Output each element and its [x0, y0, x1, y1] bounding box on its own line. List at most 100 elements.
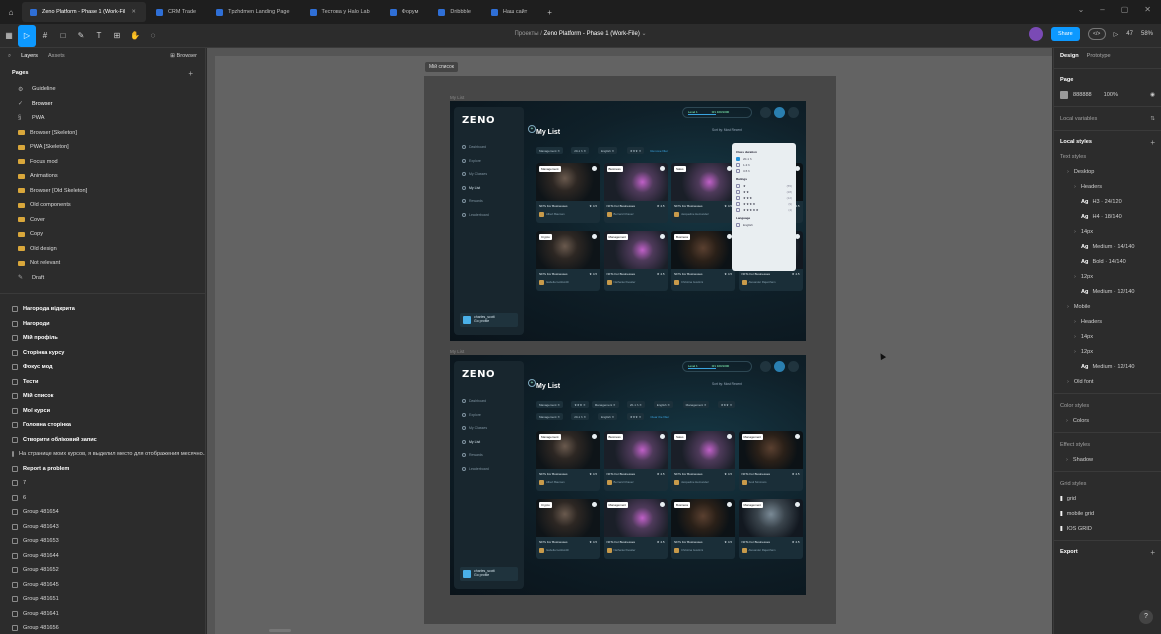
app-screen-1[interactable]: ZENO Dashboard Explore My Classes My List Rew…	[450, 101, 806, 341]
course-card[interactable]: Business NFTs For Businesses ★ 4.5 Bernard …	[603, 431, 668, 491]
style-group-shadow[interactable]: › Shadow	[1054, 452, 1161, 467]
layer-row[interactable]: Report a problem	[0, 462, 205, 477]
search-icon[interactable]	[760, 361, 771, 372]
grid-style-row[interactable]: ||| mobile grid	[1054, 506, 1161, 521]
add-export-icon[interactable]: +	[1150, 548, 1155, 557]
frame-tool-icon[interactable]: #	[36, 25, 54, 47]
style-group[interactable]: › 12px	[1054, 269, 1161, 284]
style-group[interactable]: › Headers	[1054, 314, 1161, 329]
shape-tool-icon[interactable]: □	[54, 25, 72, 47]
add-page-icon[interactable]: +	[188, 69, 193, 78]
course-card[interactable]: Crypto NFTs For Businesses ★ 4.5 Isabella G…	[536, 499, 600, 559]
chevron-down-icon[interactable]: ⌄	[641, 31, 646, 37]
layer-row[interactable]: Group 481644	[0, 549, 205, 564]
heart-icon[interactable]	[592, 166, 597, 171]
canvas[interactable]: Мій список My List My List ZENO Dashboard…	[207, 48, 1052, 634]
page-switcher[interactable]: ⊞ Browser	[170, 53, 197, 59]
text-style-row[interactable]: Ag Medium · 12/140	[1054, 284, 1161, 299]
style-group[interactable]: › 14px	[1054, 224, 1161, 239]
page-item[interactable]: Focus mod	[0, 155, 205, 170]
filter-chip[interactable]: Management ✕	[536, 147, 563, 154]
layer-row[interactable]: 7	[0, 476, 205, 491]
add-style-icon[interactable]: +	[1150, 138, 1155, 147]
maximize-icon[interactable]: ▢	[1121, 5, 1129, 14]
app-nav-item[interactable]: Dashboard	[462, 145, 486, 150]
course-card[interactable]: Management NFTs For Businesses ★ 4.5 Nathan…	[603, 231, 668, 291]
app-user-card[interactable]: charles_scott Go profile	[460, 313, 518, 327]
tab-assets[interactable]: Assets	[48, 53, 65, 59]
artboard-my-list[interactable]: My List My List ZENO Dashboard Explore My C…	[424, 76, 836, 624]
app-nav-item[interactable]: My List	[462, 186, 480, 190]
filter-chip[interactable]: English ✕	[653, 401, 673, 408]
style-group[interactable]: › Mobile	[1054, 299, 1161, 314]
comment-tool-icon[interactable]: ◌	[144, 25, 162, 47]
scrollbar[interactable]	[269, 629, 291, 632]
clear-filter-link[interactable]: Clear the filter	[647, 413, 672, 420]
filter-chip[interactable]: ★★★ ✕	[626, 413, 645, 420]
style-group[interactable]: › 14px	[1054, 329, 1161, 344]
page-item[interactable]: ✓ Browser	[0, 97, 205, 112]
layer-row[interactable]: Нагороди	[0, 317, 205, 332]
checkbox[interactable]	[736, 163, 740, 167]
text-tool-icon[interactable]: T	[90, 25, 108, 47]
browser-tab[interactable]: Форум	[382, 2, 429, 22]
filter-chip[interactable]: 20-1 h ✕	[626, 401, 645, 408]
browser-tab[interactable]: Zeno Platform - Phase 1 (Work-Fil ✕	[22, 2, 146, 22]
sort-dropdown[interactable]: Sort by: Most Recent	[712, 128, 742, 132]
grid-style-row[interactable]: ||| grid	[1054, 491, 1161, 506]
help-button[interactable]: ?	[1139, 610, 1153, 624]
layer-row[interactable]: Створити обліковий запис	[0, 433, 205, 448]
tab-design[interactable]: Design	[1060, 53, 1079, 59]
checkbox[interactable]	[736, 202, 740, 206]
course-card[interactable]: Management NFTs For Businesses ★ 4.5 Albert…	[536, 431, 600, 491]
home-icon[interactable]: ⌂	[0, 8, 22, 17]
chevron-down-icon[interactable]: ⌄	[1078, 5, 1085, 14]
app-nav-item[interactable]: Explore	[462, 159, 481, 163]
course-card[interactable]: Business NFTs For Businesses ★ 4.5 Christin…	[671, 231, 735, 291]
layer-row[interactable]: Мій профіль	[0, 331, 205, 346]
course-card[interactable]: Business NFTs For Businesses ★ 4.5 Bernard …	[603, 163, 668, 223]
layer-row[interactable]: На странице моих курсов, я выделил место…	[0, 447, 205, 462]
hand-tool-icon[interactable]: ✋	[126, 25, 144, 47]
checkbox[interactable]	[736, 157, 740, 161]
checkbox[interactable]	[736, 196, 740, 200]
app-user-card[interactable]: charles_scott Go profile	[460, 567, 518, 581]
filter-chip[interactable]: 20-1 h ✕	[571, 413, 590, 420]
page-item[interactable]: Old components	[0, 198, 205, 213]
filter-option[interactable]: English	[736, 222, 792, 228]
layer-row[interactable]: Group 481651	[0, 592, 205, 607]
filter-chip[interactable]: ★★★ ✕	[717, 401, 736, 408]
filter-chip[interactable]: Management ✕	[536, 413, 563, 420]
app-nav-item[interactable]: Leaderboard	[462, 213, 489, 217]
page-item[interactable]: ✎ Draft	[0, 271, 205, 286]
variables-icon[interactable]: ⇅	[1150, 116, 1155, 122]
app-nav-item[interactable]: Leaderboard	[462, 467, 489, 471]
avatar[interactable]	[1028, 27, 1043, 41]
page-item[interactable]: PWA [Skeleton]	[0, 140, 205, 155]
checkbox[interactable]	[736, 223, 740, 227]
filter-chip[interactable]: Management ✕	[682, 401, 710, 408]
course-card[interactable]: Management NFTs For Businesses ★ 4.5 Nathan…	[603, 499, 668, 559]
layer-row[interactable]: Group 481652	[0, 563, 205, 578]
heart-icon[interactable]	[659, 502, 665, 507]
checkbox[interactable]	[736, 184, 740, 188]
course-card[interactable]: Management NFTs For Businesses ★ 4.5 Alexan…	[738, 499, 803, 559]
sort-dropdown[interactable]: Sort by: Most Recent	[712, 382, 742, 386]
filter-chip[interactable]: ★★★ ✕	[626, 147, 645, 154]
text-style-row[interactable]: Ag H3 · 24/120	[1054, 194, 1161, 209]
resources-tool-icon[interactable]: ⊞	[108, 25, 126, 47]
color-swatch[interactable]	[1060, 90, 1068, 99]
page-item[interactable]: ⚙ Guideline	[0, 82, 205, 97]
browser-tab[interactable]: CRM Trade	[148, 2, 206, 22]
style-group[interactable]: › Desktop	[1054, 164, 1161, 179]
search-icon[interactable]	[760, 107, 771, 118]
filter-chip[interactable]: Management ✕	[591, 401, 619, 408]
app-nav-item[interactable]: My Classes	[462, 172, 487, 177]
remove-filter-link[interactable]: Remove filter	[647, 147, 671, 154]
tab-layers[interactable]: Layers	[21, 53, 38, 59]
checkbox[interactable]	[736, 169, 740, 173]
search-icon[interactable]: ⌕	[8, 53, 11, 60]
pen-tool-icon[interactable]: ✎	[72, 25, 90, 47]
app-screen-2[interactable]: ZENO Dashboard Explore My Classes My List Rew…	[450, 355, 806, 595]
layer-row[interactable]: Group 481641	[0, 607, 205, 622]
